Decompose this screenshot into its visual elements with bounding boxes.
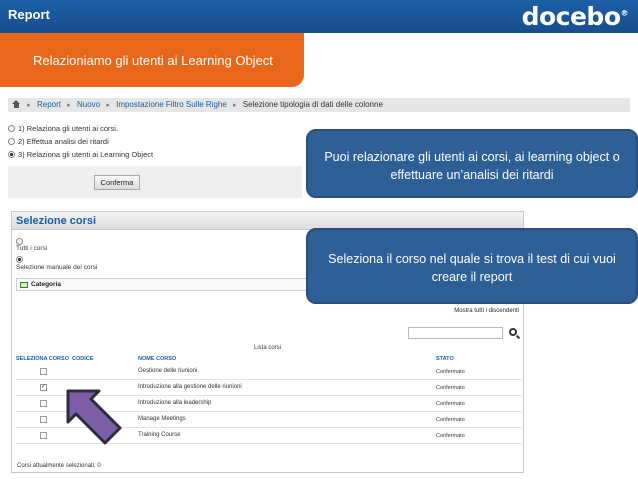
- row-checkbox[interactable]: ✓: [40, 384, 47, 391]
- row-checkbox[interactable]: [40, 432, 47, 439]
- selected-count: Corsi attualmente selezionati: 0: [17, 463, 101, 469]
- confirm-button[interactable]: Conferma: [94, 175, 140, 190]
- manual-selection-label: Selezione manuale dei corsi: [16, 264, 98, 271]
- table-header: SELEZIONA CORSO CODICE NOME CORSO STATO: [16, 354, 522, 364]
- page-title: Report: [8, 7, 50, 22]
- breadcrumb-row-filter[interactable]: Impostazione Filtro Sulle Righe: [116, 100, 227, 109]
- chevron-right-icon: ▸: [67, 102, 71, 109]
- option-delays[interactable]: 2) Effettua analisi dei ritardi: [8, 135, 153, 148]
- home-icon[interactable]: [12, 100, 21, 108]
- radio-manual-icon[interactable]: [16, 256, 23, 263]
- radio-all-icon[interactable]: [16, 238, 23, 245]
- show-all-descendants[interactable]: Mostra tutti i discendenti: [454, 308, 519, 314]
- col-state[interactable]: STATO: [436, 356, 454, 362]
- row-checkbox[interactable]: [40, 416, 47, 423]
- breadcrumb-report[interactable]: Report: [37, 100, 61, 109]
- radio-courses[interactable]: [8, 125, 15, 132]
- breadcrumb-new[interactable]: Nuovo: [77, 100, 100, 109]
- list-title: Lista corsi: [253, 345, 281, 351]
- option-learning-objects[interactable]: 3) Relaziona gli utenti ai Learning Obje…: [8, 148, 153, 161]
- radio-manual-selection[interactable]: [16, 256, 23, 263]
- chevron-right-icon: ▸: [106, 102, 110, 109]
- search-input[interactable]: [408, 327, 503, 339]
- radio-all-courses[interactable]: [16, 238, 23, 245]
- col-code[interactable]: CODICE: [72, 356, 93, 362]
- breadcrumb: ▸ Report ▸ Nuovo ▸ Impostazione Filtro S…: [8, 98, 630, 112]
- confirm-area: Conferma: [8, 166, 302, 198]
- col-select[interactable]: SELEZIONA CORSO: [16, 356, 69, 362]
- option-courses[interactable]: 1) Relaziona gli utenti ai corsi.: [8, 122, 153, 135]
- col-name[interactable]: NOME CORSO: [138, 356, 176, 362]
- docebo-logo: docebo®: [521, 2, 629, 31]
- folder-icon: [20, 282, 28, 288]
- row-checkbox[interactable]: [40, 368, 47, 375]
- radio-learning-objects[interactable]: [8, 151, 15, 158]
- chevron-right-icon: ▸: [27, 102, 31, 109]
- search-icon[interactable]: [509, 328, 517, 336]
- section-banner: Relazioniamo gli utenti ai Learning Obje…: [0, 33, 304, 87]
- report-type-options: 1) Relaziona gli utenti ai corsi. 2) Eff…: [8, 122, 153, 161]
- table-row: Gestione delle riunioni Confermato: [16, 364, 522, 380]
- pointer-arrow-icon: [60, 384, 128, 448]
- callout-report-types: Puoi relazionare gli utenti ai corsi, ai…: [306, 129, 638, 198]
- row-checkbox[interactable]: [40, 400, 47, 407]
- all-courses-label: Tutti i corsi: [16, 245, 48, 252]
- chevron-right-icon: ▸: [233, 102, 237, 109]
- radio-delays[interactable]: [8, 138, 15, 145]
- breadcrumb-current: Selezione tipologia di dati delle colonn…: [242, 100, 383, 109]
- callout-select-course: Seleziona il corso nel quale si trova il…: [306, 228, 638, 304]
- top-bar: Report docebo®: [0, 0, 638, 33]
